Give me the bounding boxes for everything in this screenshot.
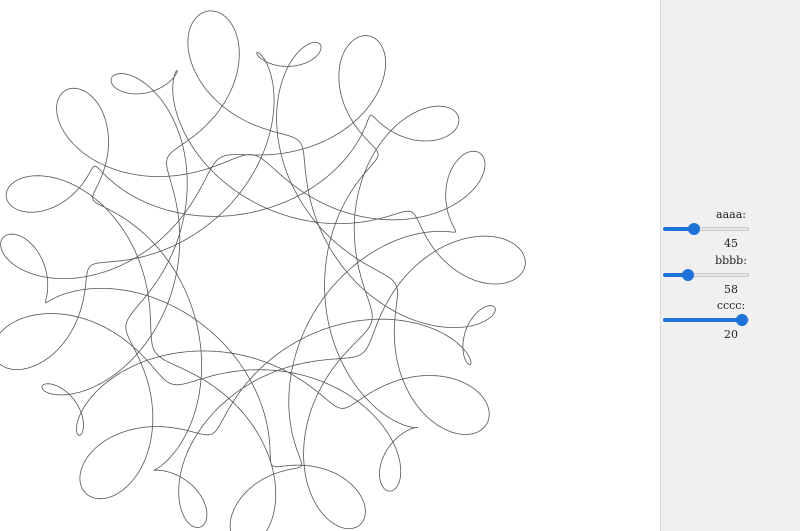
slider-fill: [663, 318, 743, 322]
control-aaaa-label: aaaa:: [716, 208, 746, 221]
control-cccc-value: 20: [724, 328, 738, 341]
control-bbbb-value: 58: [724, 283, 738, 296]
control-cccc: cccc: 20: [661, 299, 800, 341]
slider-thumb[interactable]: [682, 269, 695, 281]
control-cccc-label: cccc:: [716, 299, 746, 312]
slider-thumb[interactable]: [736, 314, 749, 326]
control-aaaa-value: 45: [724, 237, 738, 250]
control-bbbb: bbbb: 58: [661, 254, 800, 296]
aaaa-slider[interactable]: [663, 223, 749, 235]
control-bbbb-label: bbbb:: [715, 254, 747, 267]
spirograph-curve: [0, 10, 526, 531]
slider-thumb[interactable]: [688, 223, 701, 235]
drawing-canvas: [0, 0, 660, 531]
spirograph-drawing: [0, 10, 526, 531]
cccc-slider[interactable]: [663, 314, 749, 326]
controls-panel: aaaa: 45 bbbb: 58 cccc: 20: [660, 0, 800, 531]
bbbb-slider[interactable]: [663, 269, 749, 281]
control-aaaa: aaaa: 45: [661, 208, 800, 250]
